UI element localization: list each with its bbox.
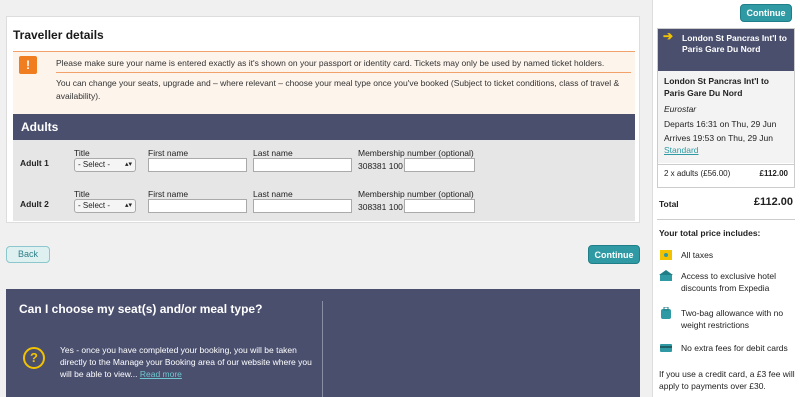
adults-section: Adults Adult 1 Title - Select - ▴▾ First … xyxy=(13,114,635,221)
last-name-label: Last name xyxy=(253,148,293,158)
membership-label: Membership number (optional) xyxy=(358,148,474,158)
faq-panel: Can I choose my seat(s) and/or meal type… xyxy=(6,289,640,397)
warning-icon: ! xyxy=(19,56,37,74)
last-name-input[interactable] xyxy=(253,199,352,213)
traveller-details-panel: Traveller details ! Please make sure you… xyxy=(6,16,640,223)
price-line: 2 x adults (£56.00) £112.00 xyxy=(658,164,794,186)
sidebar-continue-button[interactable]: Continue xyxy=(740,4,792,22)
departs: Departs 16:31 on Thu, 29 Jun xyxy=(664,119,777,129)
title-label: Title xyxy=(74,189,90,199)
booking-sidebar: Continue ➔ London St Pancras Int'l to Pa… xyxy=(652,0,800,397)
membership-input[interactable] xyxy=(404,158,475,172)
adults-header: Adults xyxy=(13,114,635,140)
notice-text-1: Please make sure your name is entered ex… xyxy=(56,58,605,68)
notice-divider xyxy=(56,72,631,73)
first-name-label: First name xyxy=(148,148,189,158)
faq-title: Can I choose my seat(s) and/or meal type… xyxy=(19,302,263,316)
read-more-link[interactable]: Read more xyxy=(140,369,182,379)
price-value: £112.00 xyxy=(759,169,788,178)
adult-label: Adult 1 xyxy=(20,158,49,168)
continue-button[interactable]: Continue xyxy=(588,245,640,264)
title-select[interactable]: - Select - ▴▾ xyxy=(74,199,136,213)
membership-code: 308381 100 xyxy=(358,161,403,171)
membership-code: 308381 100 xyxy=(358,202,403,212)
credit-card-note: If you use a credit card, a £3 fee will … xyxy=(659,369,795,391)
select-arrows-icon: ▴▾ xyxy=(124,161,132,168)
route-header: ➔ London St Pancras Int'l to Paris Gare … xyxy=(658,29,794,71)
operator: Eurostar xyxy=(664,104,697,114)
last-name-input[interactable] xyxy=(253,158,352,172)
first-name-input[interactable] xyxy=(148,199,247,213)
adult-row-2: Adult 2 Title - Select - ▴▾ First name La… xyxy=(13,185,635,219)
route-details: London St Pancras Int'l to Paris Gare Du… xyxy=(658,71,794,163)
adult-label: Adult 2 xyxy=(20,199,49,209)
arrives: Arrives 19:53 on Thu, 29 Jun xyxy=(664,133,773,143)
luggage-icon xyxy=(661,307,671,319)
adult-row-1: Adult 1 Title - Select - ▴▾ First name La… xyxy=(13,144,635,178)
main-content: Traveller details ! Please make sure you… xyxy=(0,0,650,397)
first-name-input[interactable] xyxy=(148,158,247,172)
sidebar-divider xyxy=(657,219,795,220)
first-name-label: First name xyxy=(148,189,189,199)
title-label: Title xyxy=(74,148,90,158)
tax-tag-icon xyxy=(660,250,672,260)
title-select[interactable]: - Select - ▴▾ xyxy=(74,158,136,172)
class-link[interactable]: Standard xyxy=(664,144,788,156)
notice-text-2: You can change your seats, upgrade and –… xyxy=(56,78,620,101)
faq-divider xyxy=(322,301,323,397)
notice-box: ! Please make sure your name is entered … xyxy=(13,51,635,118)
membership-input[interactable] xyxy=(404,199,475,213)
hotel-icon xyxy=(659,270,673,281)
card-icon xyxy=(660,344,672,352)
question-icon: ? xyxy=(23,347,45,369)
total-row: Total £112.00 xyxy=(659,196,793,209)
membership-label: Membership number (optional) xyxy=(358,189,474,199)
route-title: London St Pancras Int'l to Paris Gare Du… xyxy=(664,76,769,98)
back-button[interactable]: Back xyxy=(6,246,50,263)
panel-title: Traveller details xyxy=(13,28,104,42)
last-name-label: Last name xyxy=(253,189,293,199)
select-arrows-icon: ▴▾ xyxy=(124,202,132,209)
includes-title: Your total price includes: xyxy=(659,228,761,238)
arrow-right-icon: ➔ xyxy=(663,29,674,43)
faq-text: Yes - once you have completed your booki… xyxy=(60,345,312,379)
total-value: £112.00 xyxy=(753,196,793,208)
journey-summary: ➔ London St Pancras Int'l to Paris Gare … xyxy=(657,28,795,188)
